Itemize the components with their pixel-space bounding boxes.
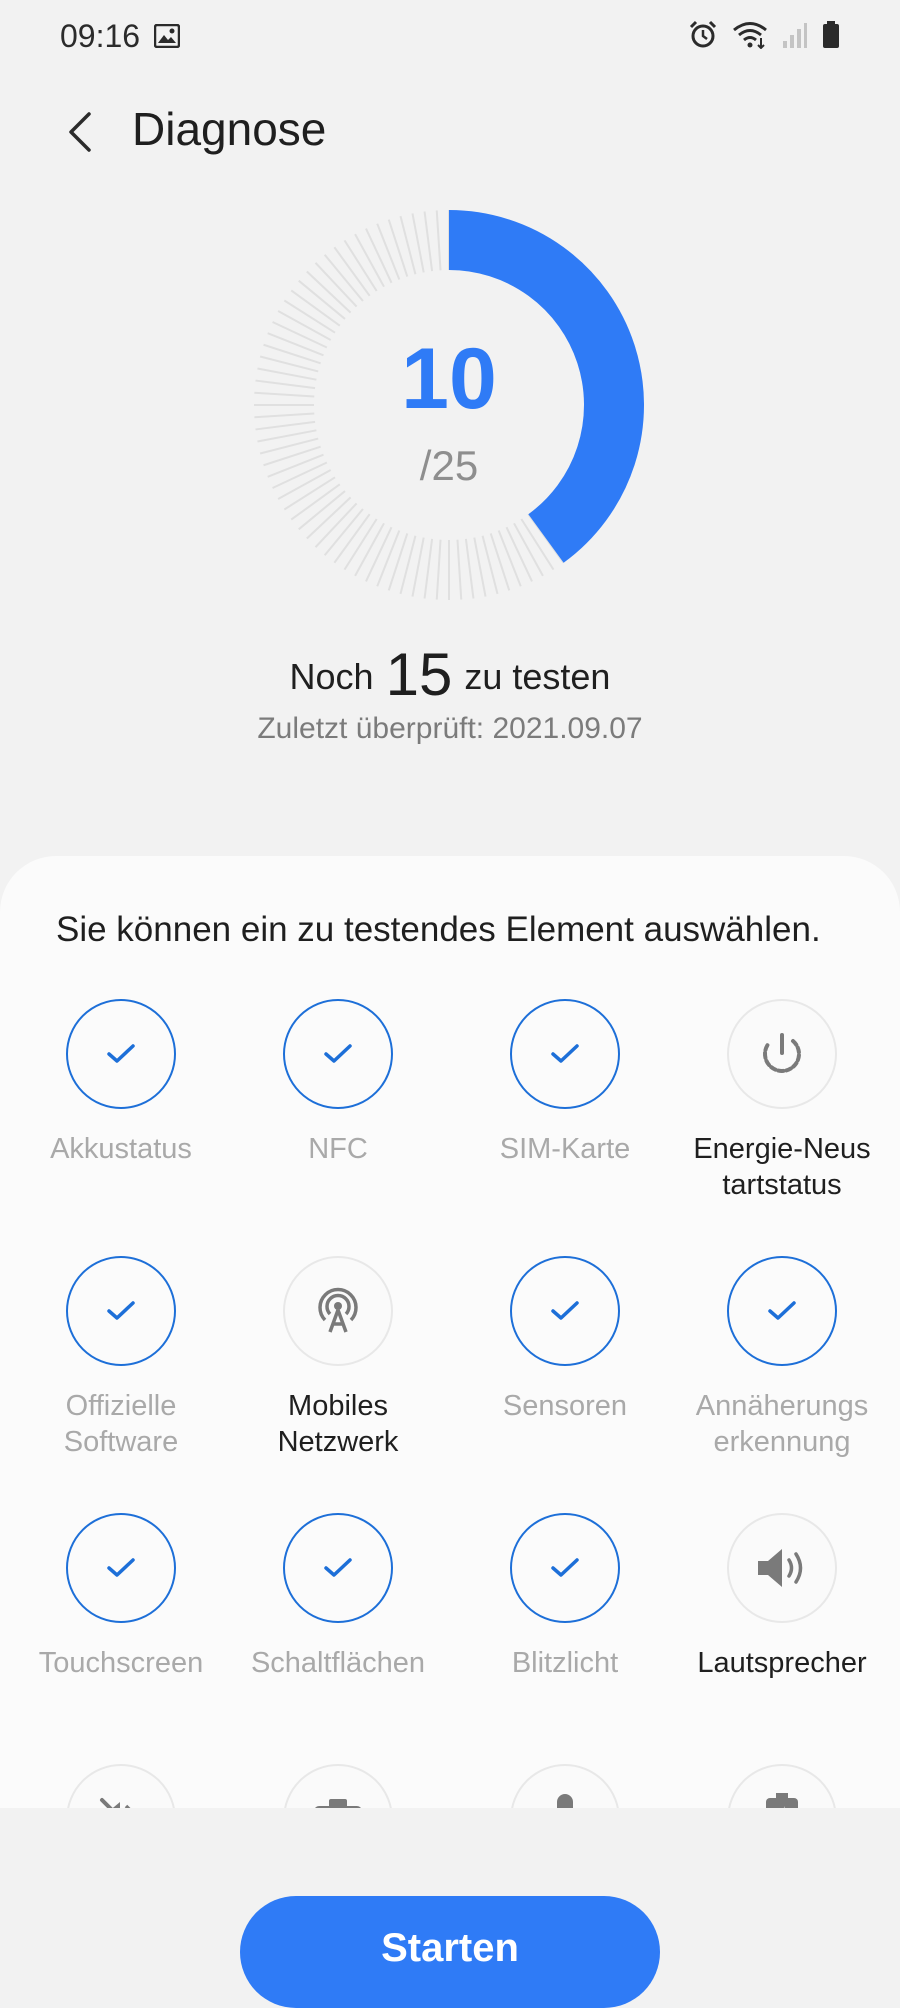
test-item-icon <box>283 1256 393 1366</box>
test-item-icon <box>66 1256 176 1366</box>
gauge-tick <box>411 213 425 273</box>
check-icon <box>551 1044 579 1063</box>
check-icon <box>551 1558 579 1577</box>
test-item[interactable]: NFC <box>230 999 446 1167</box>
test-item[interactable]: Mobiles Netzwerk <box>230 1256 446 1460</box>
remaining-prefix: Noch <box>289 656 374 697</box>
test-item-label: Touchscreen <box>38 1647 204 1679</box>
gauge-tick <box>435 210 442 271</box>
gauge-tick <box>423 211 434 272</box>
last-checked: Zuletzt überprüft: 2021.09.07 <box>257 712 643 745</box>
test-item-icon <box>510 1513 620 1623</box>
status-icons <box>688 20 840 50</box>
test-item[interactable]: Blitzlicht <box>457 1513 673 1681</box>
test-item-icon <box>727 1256 837 1366</box>
remaining-summary: Noch 15 zu testen <box>0 640 900 709</box>
gauge-tick <box>257 429 317 443</box>
test-item[interactable]: Sensoren <box>457 1256 673 1424</box>
gauge-tick <box>473 537 487 597</box>
check-icon <box>107 1301 135 1320</box>
test-item-icon <box>727 999 837 1109</box>
gauge-tick <box>376 223 401 280</box>
gauge-tick <box>456 539 463 600</box>
sheet-instructions: Sie können ein zu testendes Element ausw… <box>56 910 821 949</box>
antenna-icon <box>318 1287 358 1333</box>
test-item[interactable]: Annäherungs erkennung <box>674 1256 890 1460</box>
gauge-tick <box>423 538 434 599</box>
check-icon <box>324 1044 352 1063</box>
gallery-notification-icon <box>153 23 181 49</box>
speaker-icon <box>758 1549 803 1587</box>
test-item-label: Energie-Neus tartstatus <box>693 1133 871 1201</box>
tested-count: 10 <box>401 331 497 427</box>
test-item-icon <box>283 1513 393 1623</box>
gauge-tick <box>505 526 533 582</box>
start-button[interactable]: Starten <box>240 1896 660 2008</box>
test-item[interactable]: Akkustatus <box>13 999 229 1167</box>
test-item-label: Sensoren <box>502 1390 628 1422</box>
bottom-bar: Starten <box>0 1808 900 2008</box>
gauge-tick <box>497 530 522 587</box>
test-item[interactable]: Touchscreen <box>13 1513 229 1681</box>
gauge-tick <box>411 537 425 597</box>
app-header: Diagnose <box>0 90 900 170</box>
check-icon <box>107 1044 135 1063</box>
test-item-icon <box>66 1513 176 1623</box>
page-title: Diagnose <box>132 103 327 155</box>
test-item-label: Lautsprecher <box>697 1647 867 1679</box>
signal-icon <box>782 21 808 49</box>
test-item-label: Schaltflächen <box>250 1647 426 1679</box>
test-item-label: NFC <box>308 1133 368 1165</box>
status-bar: 09:16 <box>0 0 900 80</box>
remaining-count: 15 <box>385 641 453 708</box>
check-icon <box>107 1558 135 1577</box>
test-item[interactable]: SIM-Karte <box>457 999 673 1167</box>
test-item-icon <box>510 999 620 1109</box>
wifi-icon <box>732 21 768 49</box>
gauge-tick <box>365 228 393 284</box>
gauge-tick <box>435 539 442 600</box>
test-item-label: Blitzlicht <box>511 1647 619 1679</box>
test-item-label: SIM-Karte <box>499 1133 631 1165</box>
test-item-icon <box>727 1513 837 1623</box>
back-button[interactable] <box>50 102 110 162</box>
gauge-tick <box>365 526 393 582</box>
test-item-label: Annäherungs erkennung <box>695 1390 869 1458</box>
progress-gauge: 10 /25 <box>254 210 644 600</box>
check-icon <box>324 1558 352 1577</box>
chevron-left-icon <box>69 112 91 152</box>
gauge-tick <box>464 538 475 599</box>
test-item[interactable]: Lautsprecher <box>674 1513 890 1681</box>
test-item-icon <box>510 1256 620 1366</box>
test-item[interactable]: Schaltflächen <box>230 1513 446 1681</box>
battery-icon <box>822 21 840 49</box>
status-time: 09:16 <box>60 18 141 54</box>
total-count: /25 <box>419 442 479 489</box>
check-icon <box>768 1301 796 1320</box>
remaining-suffix: zu testen <box>464 656 611 697</box>
test-item[interactable]: Energie-Neus tartstatus <box>674 999 890 1203</box>
test-item-label: Akkustatus <box>50 1133 192 1165</box>
test-item-label: Offizielle Software <box>63 1390 179 1458</box>
power-restart-icon <box>763 1033 801 1073</box>
test-item-label: Mobiles Netzwerk <box>277 1390 399 1458</box>
alarm-icon <box>688 20 718 50</box>
test-item-icon <box>283 999 393 1109</box>
test-item-icon <box>66 999 176 1109</box>
test-item[interactable]: Offizielle Software <box>13 1256 229 1460</box>
gauge-tick <box>376 530 401 587</box>
check-icon <box>551 1301 579 1320</box>
